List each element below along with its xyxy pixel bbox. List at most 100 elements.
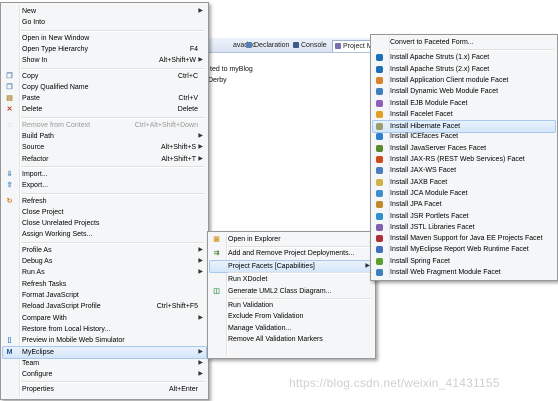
menu-item-label: Team bbox=[22, 359, 40, 367]
myeclipse-menu-item-remove-all-validation-markers[interactable]: Remove All Validation Markers bbox=[210, 334, 373, 345]
context-menu-item-delete[interactable]: ✕ Delete Delete bbox=[3, 104, 206, 115]
menu-item-label: Exclude From Validation bbox=[228, 313, 304, 321]
myeclipse-menu-item-exclude-from-validation[interactable]: Exclude From Validation bbox=[210, 311, 373, 322]
facets-menu-item-install-jpa-facet[interactable]: Install JPA Facet bbox=[373, 199, 555, 210]
facets-menu-item-install-apache-struts-2x-facet[interactable]: Install Apache Struts (2.x) Facet bbox=[373, 64, 555, 75]
facets-menu-item-install-jaxb-facet[interactable]: Install JAXB Facet bbox=[373, 177, 555, 188]
context-menu-item-paste[interactable]: ▤ Paste Ctrl+V bbox=[3, 93, 206, 104]
menu-item-label: Install JavaServer Faces Facet bbox=[390, 144, 487, 152]
app-client-icon bbox=[376, 76, 383, 84]
submenu-arrow-icon: ▶ bbox=[198, 246, 203, 253]
submenu-arrow-icon: ▶ bbox=[198, 133, 203, 139]
view-tab-console[interactable]: Console bbox=[293, 40, 327, 51]
context-menu-item-go-into[interactable]: Go Into bbox=[3, 17, 206, 28]
context-menu-item-remove-from-context[interactable]: ◌ Remove from Context Ctrl+Alt+Shift+Down bbox=[3, 120, 206, 131]
submenu-arrow-icon: ▶ bbox=[198, 144, 203, 151]
menu-item-label: Show In bbox=[22, 57, 48, 65]
facets-menu-item-install-jax-ws-facet[interactable]: Install JAX-WS Facet bbox=[373, 165, 555, 176]
context-menu-item-copy[interactable]: ❐ Copy Ctrl+C bbox=[3, 71, 206, 82]
context-menu-item-refactor[interactable]: Refactor Alt+Shift+T ▶ bbox=[3, 154, 206, 165]
menu-item-label: Properties bbox=[22, 386, 54, 394]
context-menu-item-build-path[interactable]: Build Path ▶ bbox=[3, 131, 206, 142]
portlets-icon bbox=[376, 212, 383, 220]
menu-item-shortcut: Alt+Shift+W bbox=[159, 57, 196, 65]
submenu-arrow-icon: ▶ bbox=[198, 258, 203, 264]
facelet-icon bbox=[376, 110, 383, 118]
facets-menu-item-install-maven-support-for-java-ee-projects-facet[interactable]: Install Maven Support for Java EE Projec… bbox=[373, 233, 555, 244]
facets-menu-item-convert-to-faceted-form[interactable]: Convert to Faceted Form... bbox=[373, 37, 555, 48]
myeclipse-menu-item-run-xdoclet[interactable]: Run XDoclet bbox=[210, 274, 373, 285]
context-menu-item-show-in[interactable]: Show In Alt+Shift+W ▶ bbox=[3, 55, 206, 66]
context-menu-item-source[interactable]: Source Alt+Shift+S ▶ bbox=[3, 142, 206, 153]
menu-item-label: Refresh Tasks bbox=[22, 280, 67, 288]
context-menu-item-run-as[interactable]: Run As ▶ bbox=[3, 267, 206, 278]
paste-icon: ▤ bbox=[6, 95, 13, 103]
submenu-arrow-icon: ▶ bbox=[198, 371, 203, 377]
context-menu-item-open-in-new-window[interactable]: Open in New Window bbox=[3, 33, 206, 44]
context-menu-item-profile-as[interactable]: Profile As ▶ bbox=[3, 245, 206, 256]
facets-menu-item-install-application-client-module-facet[interactable]: Install Application Client module Facet bbox=[373, 75, 555, 86]
menu-item-label: Install Apache Struts (1.x) Facet bbox=[390, 54, 490, 62]
facets-menu-item-install-jax-rs-rest-web-services-facet[interactable]: Install JAX-RS (REST Web Services) Facet bbox=[373, 154, 555, 165]
menu-item-label: Install JAX-WS Facet bbox=[390, 167, 457, 175]
menu-separator bbox=[21, 29, 205, 32]
facets-menu-item-install-icefaces-facet[interactable]: Install ICEfaces Facet bbox=[373, 131, 555, 142]
view-tab-label: Declaration bbox=[254, 42, 290, 49]
facets-menu-item-install-dynamic-web-module-facet[interactable]: Install Dynamic Web Module Facet bbox=[373, 86, 555, 97]
context-menu-item-close-unrelated-projects[interactable]: Close Unrelated Projects bbox=[3, 218, 206, 229]
context-menu-item-reload-javascript-profile[interactable]: Reload JavaScript Profile Ctrl+Shift+F5 bbox=[3, 301, 206, 312]
facets-menu-item-install-jca-module-facet[interactable]: Install JCA Module Facet bbox=[373, 188, 555, 199]
facets-menu-item-install-apache-struts-1x-facet[interactable]: Install Apache Struts (1.x) Facet bbox=[373, 52, 555, 63]
project-migration-icon bbox=[335, 43, 341, 49]
context-menu-item-open-type-hierarchy[interactable]: Open Type Hierarchy F4 bbox=[3, 44, 206, 55]
context-menu-item-team[interactable]: Team ▶ bbox=[3, 358, 206, 369]
context-menu-item-compare-with[interactable]: Compare With ▶ bbox=[3, 313, 206, 324]
menu-item-label: Convert to Faceted Form... bbox=[390, 39, 474, 46]
facets-menu-item-install-jstl-libraries-facet[interactable]: Install JSTL Libraries Facet bbox=[373, 222, 555, 233]
context-menu-item-preview-in-mobile-web-simulator[interactable]: ▯ Preview in Mobile Web Simulator bbox=[3, 335, 206, 346]
context-menu-item-assign-working-sets[interactable]: Assign Working Sets... bbox=[3, 229, 206, 240]
menu-item-label: Remove from Context bbox=[22, 121, 91, 129]
context-menu-item-restore-from-local-history[interactable]: Restore from Local History... bbox=[3, 324, 206, 335]
context-menu-item-copy-qualified-name[interactable]: ❐ Copy Qualified Name bbox=[3, 82, 206, 93]
menu-item-label: Go Into bbox=[22, 19, 45, 27]
menu-item-shortcut: Alt+Enter bbox=[169, 386, 198, 394]
menu-item-label: Debug As bbox=[22, 258, 53, 265]
facets-menu-item-install-web-fragment-module-facet[interactable]: Install Web Fragment Module Facet bbox=[373, 267, 555, 278]
menu-item-label: Manage Validation... bbox=[228, 324, 292, 332]
facets-menu-item-install-ejb-module-facet[interactable]: Install EJB Module Facet bbox=[373, 98, 555, 109]
myeclipse-menu-item-open-in-explorer[interactable]: ▣ Open in Explorer bbox=[210, 234, 373, 245]
facets-menu-item-install-javaserver-faces-facet[interactable]: Install JavaServer Faces Facet bbox=[373, 143, 555, 154]
facets-menu-item-install-myeclipse-report-web-runtime-facet[interactable]: Install MyEclipse Report Web Runtime Fac… bbox=[373, 244, 555, 255]
submenu-arrow-icon: ▶ bbox=[198, 155, 203, 162]
context-menu-item-new[interactable]: New ▶ bbox=[3, 6, 206, 17]
context-menu-item-export[interactable]: ⇧ Export... bbox=[3, 180, 206, 191]
jaxb-icon bbox=[376, 178, 383, 186]
myeclipse-menu-item-generate-uml2-class-diagram[interactable]: ◫ Generate UML2 Class Diagram... bbox=[210, 286, 373, 297]
context-menu-item-properties[interactable]: Properties Alt+Enter bbox=[3, 384, 206, 395]
menu-item-label: Copy Qualified Name bbox=[22, 83, 89, 91]
console-icon bbox=[293, 42, 299, 48]
menu-item-label: Build Path bbox=[22, 133, 54, 140]
jpa-icon bbox=[376, 201, 383, 209]
myeclipse-menu-item-add-and-remove-project-deployments[interactable]: ⇉ Add and Remove Project Deployments... bbox=[210, 248, 373, 259]
import-icon: ⇩ bbox=[6, 170, 13, 178]
submenu-arrow-icon: ▶ bbox=[198, 359, 203, 366]
submenu-arrow-icon: ▶ bbox=[198, 8, 203, 14]
menu-item-shortcut: Ctrl+Alt+Shift+Down bbox=[134, 121, 198, 129]
facets-menu-item-install-facelet-facet[interactable]: Install Facelet Facet bbox=[373, 109, 555, 120]
menu-item-label: Install JPA Facet bbox=[390, 201, 442, 209]
myeclipse-menu-item-run-validation[interactable]: Run Validation bbox=[210, 300, 373, 311]
context-menu-item-refresh-tasks[interactable]: Refresh Tasks bbox=[3, 279, 206, 290]
context-menu-item-close-project[interactable]: Close Project bbox=[3, 207, 206, 218]
facets-menu-item-install-jsr-portlets-facet[interactable]: Install JSR Portlets Facet bbox=[373, 211, 555, 222]
context-menu-item-configure[interactable]: Configure ▶ bbox=[3, 369, 206, 380]
context-menu-item-format-javascript[interactable]: Format JavaScript bbox=[3, 290, 206, 301]
view-tab-declaration[interactable]: Declaration bbox=[246, 40, 289, 51]
menu-item-label: Run As bbox=[22, 269, 45, 277]
facets-menu-item-install-spring-facet[interactable]: Install Spring Facet bbox=[373, 256, 555, 267]
context-menu-item-import[interactable]: ⇩ Import... bbox=[3, 169, 206, 180]
myeclipse-menu-item-manage-validation[interactable]: Manage Validation... bbox=[210, 323, 373, 334]
context-menu-item-refresh[interactable]: ↻ Refresh bbox=[3, 196, 206, 207]
context-menu-item-debug-as[interactable]: Debug As ▶ bbox=[3, 256, 206, 267]
